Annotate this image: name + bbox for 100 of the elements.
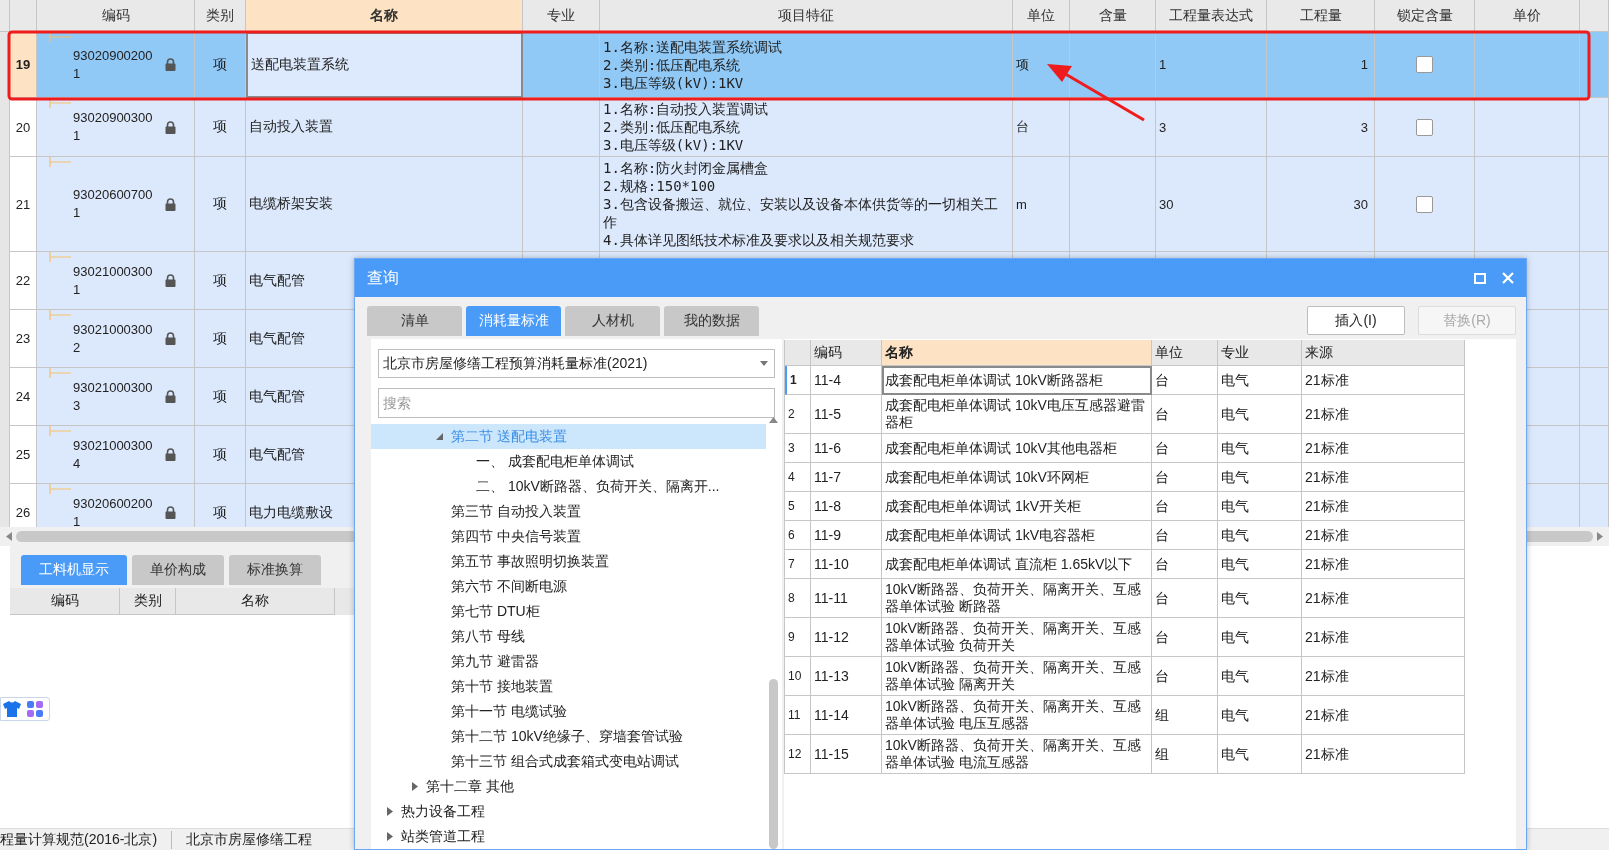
column-header[interactable]: 工程量表达式 (1156, 0, 1267, 32)
column-header[interactable]: 来源 (1302, 340, 1465, 366)
table-cell: 10kV断路器、负荷开关、隔离开关、互感器单体试验 电流互感器 (882, 735, 1152, 774)
lock-icon (165, 274, 176, 287)
table-row[interactable]: 1 11-4 成套配电柜单体调试 10kV断路器柜 台 电气 21标准 (785, 366, 1465, 395)
caret-icon[interactable] (760, 361, 768, 366)
tree-item[interactable]: 第六节 不间断电源 (371, 574, 766, 599)
shirt-icon[interactable] (3, 701, 21, 717)
tree-item[interactable]: 第十三节 组合式成套箱式变电站调试 (371, 749, 766, 774)
table-cell: 台 (1152, 579, 1218, 618)
row-number: 12 (785, 735, 811, 774)
row-number: 23 (10, 310, 37, 368)
tree-item[interactable]: 第三节 自动投入装置 (371, 499, 766, 524)
column-header[interactable]: 名称 (246, 0, 523, 32)
tree-line (49, 252, 71, 262)
table-row[interactable]: 19 930209002001 项 送配电装置系统 1.名称:送配电装置系统调试 2.类别:低压配电系统 3.电压等级(kV):1KV 项 1 1 (0, 32, 1609, 98)
tree-item[interactable]: 第十二章 其他 (371, 774, 766, 799)
table-row[interactable]: 11 11-14 10kV断路器、负荷开关、隔离开关、互感器单体试验 电压互感器 组 电气 21标准 (785, 696, 1465, 735)
column-header[interactable]: 项目特征 (600, 0, 1013, 32)
tab[interactable]: 清单 (367, 306, 462, 336)
checkbox[interactable] (1416, 118, 1433, 136)
table-cell: 成套配电柜单体调试 10kV断路器柜 (882, 366, 1152, 395)
tree-item[interactable]: 第十节 接地装置 (371, 674, 766, 699)
scrollbar[interactable] (768, 417, 779, 849)
column-header[interactable]: 含量 (1070, 0, 1156, 32)
tree-line (49, 32, 71, 42)
tree-item[interactable]: 第八节 母线 (371, 624, 766, 649)
tree-item[interactable]: 第五节 事故照明切换装置 (371, 549, 766, 574)
table-row[interactable]: 20 930209003001 项 自动投入装置 1.名称:自动投入装置调试 2.类别:低压配电系统 3.电压等级(kV):1KV 台 3 3 (0, 98, 1609, 157)
tree-item[interactable]: 第七节 DTU柜 (371, 599, 766, 624)
table-cell: 成套配电柜单体调试 1kV电容器柜 (882, 521, 1152, 550)
table-row[interactable]: 12 11-15 10kV断路器、负荷开关、隔离开关、互感器单体试验 电流互感器 组 电气 21标准 (785, 735, 1465, 774)
lock-icon (165, 390, 176, 403)
table-cell: 台 (1152, 395, 1218, 434)
column-header[interactable]: 编码 (37, 0, 195, 32)
table-cell: 1 (1267, 32, 1375, 98)
tab[interactable]: 标准换算 (229, 555, 321, 585)
row-number: 24 (10, 368, 37, 426)
column-header[interactable]: 单位 (1013, 0, 1070, 32)
table-row[interactable]: 10 11-13 10kV断路器、负荷开关、隔离开关、互感器单体试验 隔离开关 台 电气 21标准 (785, 657, 1465, 696)
close-icon[interactable] (1502, 272, 1514, 284)
scroll-left-icon[interactable] (6, 532, 12, 541)
row-number: 2 (785, 395, 811, 434)
table-row[interactable]: 7 11-10 成套配电柜单体调试 直流柜 1.65kV以下 台 电气 21标准 (785, 550, 1465, 579)
tree-item[interactable]: 热力设备工程 (371, 799, 766, 824)
table-cell: 台 (1152, 618, 1218, 657)
action-button[interactable]: 插入(I) (1307, 306, 1405, 335)
column-header[interactable]: 单价 (1475, 0, 1580, 32)
column-header[interactable]: 名称 (176, 588, 335, 615)
caret-icon[interactable] (386, 832, 394, 841)
column-header[interactable]: 编码 (10, 588, 120, 615)
scroll-up-icon[interactable] (769, 417, 778, 423)
table-row[interactable]: 3 11-6 成套配电柜单体调试 10kV其他电器柜 台 电气 21标准 (785, 434, 1465, 463)
column-header[interactable]: 锁定含量 (1375, 0, 1475, 32)
tree-item[interactable]: 站类管道工程 (371, 824, 766, 849)
checkbox[interactable] (1416, 56, 1433, 73)
maximize-icon[interactable] (1474, 272, 1486, 284)
table-row[interactable]: 8 11-11 10kV断路器、负荷开关、隔离开关、互感器单体试验 断路器 台 电气 21标准 (785, 579, 1465, 618)
tab[interactable]: 单价构成 (132, 555, 224, 585)
table-cell: 1.名称:送配电装置系统调试 2.类别:低压配电系统 3.电压等级(kV):1KV (600, 32, 1013, 98)
table-row[interactable]: 9 11-12 10kV断路器、负荷开关、隔离开关、互感器单体试验 负荷开关 台 电气 21标准 (785, 618, 1465, 657)
column-header[interactable]: 单位 (1152, 340, 1218, 366)
table-cell: 台 (1152, 492, 1218, 521)
library-dropdown[interactable]: 北京市房屋修缮工程预算消耗量标准(2021) (378, 349, 775, 379)
search-field[interactable]: 搜索 (378, 388, 775, 418)
column-header[interactable]: 工程量 (1267, 0, 1375, 32)
row-number: 22 (10, 252, 37, 310)
table-cell: 11-15 (811, 735, 882, 774)
tab[interactable]: 人材机 (565, 306, 660, 336)
row-number: 7 (785, 550, 811, 579)
tree-item[interactable]: 第四节 中央信号装置 (371, 524, 766, 549)
table-row[interactable]: 6 11-9 成套配电柜单体调试 1kV电容器柜 台 电气 21标准 (785, 521, 1465, 550)
tree-item[interactable]: 第十二节 10kV绝缘子、穿墙套管试验 (371, 724, 766, 749)
table-cell: 台 (1152, 366, 1218, 395)
caret-icon[interactable] (436, 432, 444, 441)
table-cell: 成套配电柜单体调试 10kV环网柜 (882, 463, 1152, 492)
table-cell: 电气 (1218, 550, 1302, 579)
table-row[interactable]: 4 11-7 成套配电柜单体调试 10kV环网柜 台 电气 21标准 (785, 463, 1465, 492)
column-header[interactable]: 类别 (120, 588, 176, 615)
scroll-right-icon[interactable] (1597, 532, 1603, 541)
table-cell: 电气 (1218, 618, 1302, 657)
tab[interactable]: 我的数据 (664, 306, 759, 336)
table-cell: 台 (1152, 463, 1218, 492)
column-header[interactable]: 专业 (523, 0, 600, 32)
caret-icon[interactable] (386, 807, 394, 816)
table-row[interactable]: 21 930206007001 项 电缆桥架安装 1.名称:防火封闭金属槽盒 2.规格:150*100 3.包含设备搬运、就位、安装以及设备本体供货等的一切相关工作 4.具体详见图纸技术标准及要求以及相关规范要求 m 30 30 (0, 157, 1609, 252)
tree-item[interactable]: 第九节 避雷器 (371, 649, 766, 674)
table-row[interactable]: 5 11-8 成套配电柜单体调试 1kV开关柜 台 电气 21标准 (785, 492, 1465, 521)
table-cell: 10kV断路器、负荷开关、隔离开关、互感器单体试验 负荷开关 (882, 618, 1152, 657)
apps-icon[interactable] (27, 701, 43, 717)
scroll-thumb[interactable] (769, 679, 778, 849)
code-text: 930210003001 (73, 262, 154, 299)
row-number: 11 (785, 696, 811, 735)
status-text: 北京市房屋修缮工程 (185, 830, 313, 849)
checkbox[interactable] (1416, 195, 1433, 213)
column-header[interactable]: 专业 (1218, 340, 1302, 366)
tree-item[interactable]: 第十一节 电缆试验 (371, 699, 766, 724)
column-header[interactable]: 名称 (882, 340, 1152, 366)
caret-icon[interactable] (411, 782, 419, 791)
table-cell: 21标准 (1302, 657, 1465, 696)
